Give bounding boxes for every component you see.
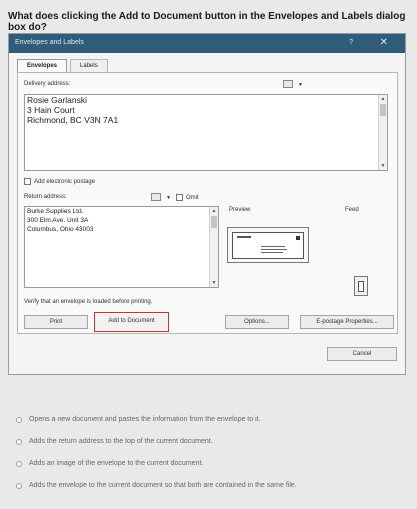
options-button[interactable]: Options... [225,315,289,329]
print-button[interactable]: Print [24,315,88,329]
answer-option[interactable]: Adds the return address to the top of th… [16,434,297,449]
radio-button[interactable] [16,460,22,467]
add-to-document-button[interactable]: Add to Document [94,312,169,332]
scroll-up-icon[interactable]: ▲ [210,207,218,215]
verify-text: Verify that an envelope is loaded before… [24,299,153,305]
answer-option[interactable]: Adds an image of the envelope to the cur… [16,456,297,471]
close-icon[interactable]: ✕ [380,37,388,48]
return-line: Columbus, Ohio 43003 [27,226,94,233]
address-book-icon[interactable] [151,193,161,201]
dialog-title: Envelopes and Labels [15,39,84,46]
electronic-postage-label: Add electronic postage [34,179,96,185]
delivery-line: 3 Hain Court [27,105,75,115]
answer-text: Adds the envelope to the current documen… [29,482,297,489]
tab-envelopes[interactable]: Envelopes [17,59,68,73]
answer-text: Adds an image of the envelope to the cur… [29,460,204,467]
delivery-line: Rosie Garlanski [27,95,87,105]
answer-option[interactable]: Opens a new document and pastes the info… [16,412,297,427]
delivery-address-label: Delivery address: [24,81,71,87]
radio-button[interactable] [16,438,22,445]
feed-label: Feed [345,207,359,213]
address-book-icon[interactable] [283,80,293,88]
radio-button[interactable] [16,482,22,489]
delivery-address-field[interactable]: Rosie Garlanski 3 Hain Court Richmond, B… [24,94,388,171]
feed-icon[interactable] [354,276,368,296]
scroll-down-icon[interactable]: ▼ [379,162,387,170]
envelope-icon [232,232,304,259]
envelopes-labels-dialog: Envelopes and Labels ? ✕ Envelopes Label… [8,33,406,375]
return-address-field[interactable]: Burke Supplies Ltd. 300 Elm Ave. Unit 3A… [24,206,219,288]
omit-checkbox[interactable] [176,194,183,201]
answer-text: Adds the return address to the top of th… [29,438,213,445]
delivery-scrollbar[interactable]: ▲ ▼ [378,95,387,170]
scroll-thumb[interactable] [211,216,217,228]
omit-label: Omit [186,195,199,201]
cancel-button[interactable]: Cancel [327,347,397,361]
tab-labels[interactable]: Labels [70,59,108,73]
envelope-preview[interactable] [227,227,309,263]
scroll-up-icon[interactable]: ▲ [379,95,387,103]
chevron-down-icon[interactable]: ▼ [298,82,303,88]
tab-strip: Envelopes Labels [17,59,111,73]
return-line: Burke Supplies Ltd. [27,208,84,215]
answer-text: Opens a new document and pastes the info… [29,416,261,423]
electronic-postage-checkbox[interactable] [24,178,31,185]
answer-option[interactable]: Adds the envelope to the current documen… [16,478,297,493]
radio-button[interactable] [16,416,22,423]
return-line: 300 Elm Ave. Unit 3A [27,217,89,224]
delivery-line: Richmond, BC V3N 7A1 [27,115,119,125]
answer-options: Opens a new document and pastes the info… [16,412,297,500]
envelopes-panel: Delivery address: ▼ Rosie Garlanski 3 Ha… [17,72,398,334]
preview-label: Preview [229,207,251,213]
scroll-thumb[interactable] [380,104,386,116]
return-scrollbar[interactable]: ▲ ▼ [209,207,218,287]
scroll-down-icon[interactable]: ▼ [210,279,218,287]
return-address-label: Return address: [24,194,67,200]
dialog-titlebar: Envelopes and Labels ? ✕ [9,34,405,53]
epostage-properties-button[interactable]: E-postage Properties... [300,315,394,329]
question-text: What does clicking the Add to Document b… [8,11,406,33]
help-icon[interactable]: ? [349,39,353,46]
chevron-down-icon[interactable]: ▼ [166,195,171,201]
